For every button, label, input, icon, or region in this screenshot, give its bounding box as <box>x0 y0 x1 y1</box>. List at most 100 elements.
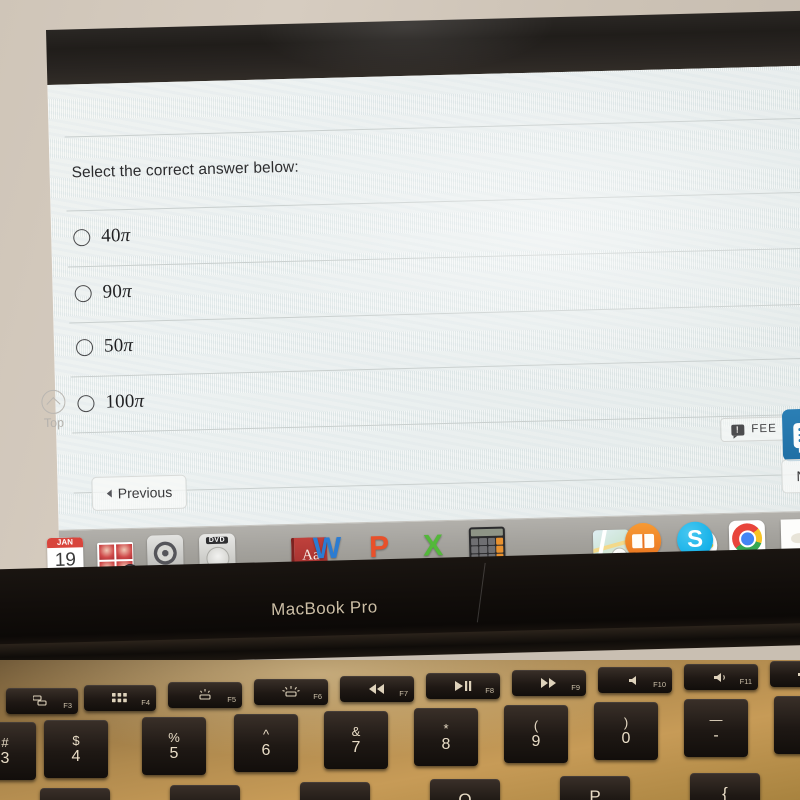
radio-button-3[interactable] <box>75 338 94 356</box>
keyboard-brightness-down-icon <box>196 689 214 701</box>
key-0-label: 0 <box>621 729 631 747</box>
key-6-shift: ^ <box>262 726 270 742</box>
key-f5[interactable]: F5 <box>168 682 242 708</box>
feedback-button[interactable]: FEE <box>720 416 789 443</box>
key-f9[interactable]: F9 <box>512 670 586 696</box>
key-7[interactable]: & 7 <box>324 711 388 769</box>
feedback-tab-button[interactable] <box>781 408 800 462</box>
key-minus[interactable]: — - <box>684 699 748 757</box>
key-f10[interactable]: F10 <box>598 667 672 693</box>
key-8[interactable]: * 8 <box>414 708 478 766</box>
answer-option-2[interactable]: 90π <box>74 281 132 304</box>
photo-scene: Select the correct answer below: 40π 90π… <box>0 0 800 800</box>
key-3-shift: # <box>1 734 9 750</box>
gear-icon <box>153 541 177 565</box>
key-letter-c[interactable] <box>300 782 370 800</box>
divider <box>67 246 800 268</box>
open-book-icon <box>631 533 655 549</box>
skype-label: S <box>686 525 704 553</box>
feedback-label: FEE <box>751 422 778 436</box>
key-letter-p[interactable]: P <box>560 776 630 800</box>
next-button[interactable]: Next <box>781 458 800 494</box>
laptop-keyboard-deck: F3 F4 F5 F6 F7 F8 F9 F10 F11 # 3 $ 4 % 5… <box>0 660 800 800</box>
key-f8-label: F8 <box>485 686 494 695</box>
keyboard-brightness-up-icon <box>281 686 301 698</box>
dvd-label: DVD <box>205 536 229 545</box>
key-9-shift: ( <box>533 717 539 733</box>
divider <box>70 356 800 378</box>
key-f10-label: F10 <box>653 680 666 689</box>
key-minus-label: - <box>713 726 719 744</box>
key-f8[interactable]: F8 <box>426 673 500 699</box>
calculator-display <box>470 528 503 537</box>
key-f3-label: F3 <box>63 701 72 710</box>
previous-button[interactable]: Previous <box>91 474 188 511</box>
volume-down-icon <box>713 672 730 683</box>
key-f7-label: F7 <box>399 689 408 698</box>
key-5-label: 5 <box>169 744 179 762</box>
key-equals[interactable]: + = <box>774 696 800 754</box>
key-6-label: 6 <box>261 741 271 759</box>
key-f6[interactable]: F6 <box>254 679 328 705</box>
key-7-shift: & <box>351 723 361 739</box>
scroll-to-top-button[interactable]: Top <box>41 389 66 431</box>
key-letter-b[interactable] <box>170 785 240 800</box>
key-6[interactable]: ^ 6 <box>234 714 298 772</box>
play-pause-icon <box>454 681 472 691</box>
chevron-up-circle-icon <box>41 389 66 415</box>
scroll-to-top-label: Top <box>43 415 65 431</box>
key-f3[interactable]: F3 <box>6 688 78 714</box>
answer-option-3-label: 50π <box>103 334 134 357</box>
key-f9-label: F9 <box>571 683 580 692</box>
key-f11-label: F11 <box>739 677 752 686</box>
key-letter-a[interactable] <box>40 788 110 800</box>
mute-icon <box>628 675 642 686</box>
divider <box>66 190 800 212</box>
radio-button-1[interactable] <box>73 228 91 246</box>
key-f4[interactable]: F4 <box>84 685 156 711</box>
question-prompt: Select the correct answer below: <box>71 158 299 182</box>
divider <box>72 412 800 434</box>
bezel-scratch <box>476 562 486 623</box>
key-0-shift: ) <box>623 714 629 730</box>
fast-forward-icon <box>540 678 558 688</box>
key-p-label: P <box>589 787 601 800</box>
mission-control-icon <box>33 695 51 707</box>
key-8-shift: * <box>443 720 449 736</box>
answer-option-1[interactable]: 40π <box>73 225 131 248</box>
answer-option-2-label: 90π <box>102 280 133 303</box>
answer-option-4[interactable]: 100π <box>77 391 145 415</box>
key-9[interactable]: ( 9 <box>504 705 568 763</box>
key-f11[interactable]: F11 <box>684 664 758 690</box>
radio-button-2[interactable] <box>74 284 92 302</box>
divider <box>69 302 800 324</box>
key-5-shift: % <box>168 729 180 745</box>
key-letter-o[interactable]: O <box>430 779 500 800</box>
key-minus-shift: — <box>709 711 723 727</box>
launchpad-icon <box>112 692 128 704</box>
key-3-label: 3 <box>0 749 10 767</box>
answer-option-1-label: 40π <box>100 224 131 247</box>
key-f7[interactable]: F7 <box>340 676 414 702</box>
next-button-label: Next <box>796 467 800 485</box>
key-f12[interactable]: F12 <box>770 661 800 687</box>
key-7-label: 7 <box>351 738 361 756</box>
key-3[interactable]: # 3 <box>0 722 36 780</box>
key-0[interactable]: ) 0 <box>594 702 658 760</box>
key-f6-label: F6 <box>313 692 322 701</box>
triangle-left-icon <box>106 489 112 498</box>
macbook-pro-branding: MacBook Pro <box>270 597 378 620</box>
key-4-label: 4 <box>71 747 81 765</box>
key-f5-label: F5 <box>227 695 236 704</box>
key-4[interactable]: $ 4 <box>44 720 108 778</box>
rewind-icon <box>368 684 386 694</box>
previous-button-label: Previous <box>117 483 173 502</box>
key-5[interactable]: % 5 <box>142 717 206 775</box>
radio-button-4[interactable] <box>77 394 95 412</box>
key-bracket-label: { <box>722 784 728 800</box>
answer-option-3[interactable]: 50π <box>75 334 134 358</box>
key-bracket-left[interactable]: { <box>690 773 760 800</box>
key-4-shift: $ <box>72 732 80 748</box>
speech-bubble-icon <box>731 423 745 436</box>
divider <box>64 116 800 138</box>
